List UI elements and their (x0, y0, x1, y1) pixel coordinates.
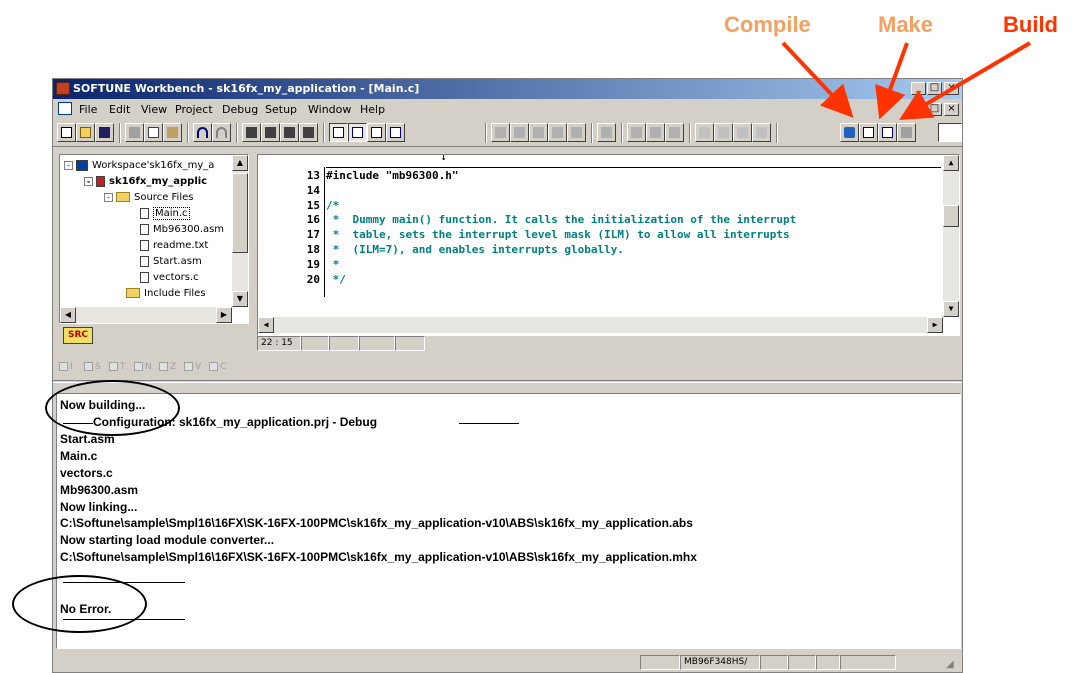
callout-arrows (781, 41, 1032, 121)
arrow-compile (781, 41, 854, 118)
arrow-build (899, 41, 1032, 121)
arrow-make (875, 42, 909, 120)
